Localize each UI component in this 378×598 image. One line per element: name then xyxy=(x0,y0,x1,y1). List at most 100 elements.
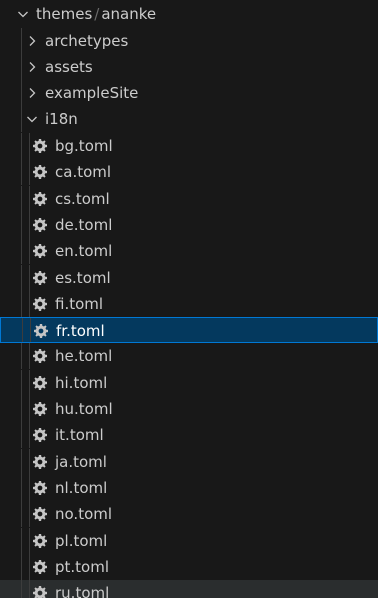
gear-icon xyxy=(32,164,48,180)
indent-guide xyxy=(21,474,22,501)
file-label: bg.toml xyxy=(55,137,113,155)
indent-guide xyxy=(21,211,22,238)
file-label: hu.toml xyxy=(55,400,113,418)
indent-guide xyxy=(29,290,30,317)
folder-label: assets xyxy=(45,58,93,76)
gear-icon xyxy=(32,217,48,233)
file-explorer-tree: themes / ananke archetypes assets exampleS… xyxy=(0,0,378,598)
chevron-right-icon xyxy=(24,85,40,101)
gear-icon xyxy=(32,401,48,417)
file-label: he.toml xyxy=(55,347,113,366)
gear-icon xyxy=(32,375,48,391)
gear-icon xyxy=(32,427,48,443)
file-label: fi.toml xyxy=(55,294,104,313)
indent-guide xyxy=(22,318,23,343)
gear-icon xyxy=(32,138,48,154)
gear-icon xyxy=(32,348,48,364)
file-item-hu-toml[interactable]: hu.toml xyxy=(0,396,378,422)
indent-guide xyxy=(29,159,30,186)
indent-guide xyxy=(21,448,22,475)
gear-icon xyxy=(32,243,48,259)
gear-icon xyxy=(32,559,48,575)
file-item-pl-toml[interactable]: pl.toml xyxy=(0,527,378,554)
file-item-en-toml[interactable]: en.toml xyxy=(0,238,378,265)
indent-guide xyxy=(29,553,30,580)
root-segment-current: ananke xyxy=(101,5,157,23)
folder-archetypes[interactable]: archetypes xyxy=(0,28,378,54)
file-item-de-toml[interactable]: de.toml xyxy=(0,211,378,238)
indent-guide xyxy=(21,553,22,580)
gear-icon xyxy=(32,506,48,522)
file-label: ja.toml xyxy=(55,452,107,471)
file-item-nl-toml[interactable]: nl.toml xyxy=(0,474,378,501)
indent-guide xyxy=(29,185,30,212)
file-label: cs.toml xyxy=(55,189,110,208)
path-separator: / xyxy=(94,5,100,23)
file-item-es-toml[interactable]: es.toml xyxy=(0,264,378,291)
file-label: pl.toml xyxy=(55,531,108,550)
indent-guide xyxy=(21,290,22,317)
gear-icon xyxy=(32,191,48,207)
chevron-right-icon xyxy=(24,59,40,75)
gear-icon xyxy=(32,533,48,549)
file-label: de.toml xyxy=(55,215,113,234)
gear-icon xyxy=(32,454,48,470)
folder-label: i18n xyxy=(45,110,78,128)
file-item-ru-toml[interactable]: ru.toml xyxy=(0,580,378,598)
file-item-ja-toml[interactable]: ja.toml xyxy=(0,448,378,475)
gear-icon xyxy=(32,585,48,598)
file-label: ca.toml xyxy=(55,163,112,182)
file-label: hi.toml xyxy=(55,373,108,392)
folder-examplesite[interactable]: exampleSite xyxy=(0,80,378,106)
indent-guide xyxy=(21,133,22,159)
file-item-fi-toml[interactable]: fi.toml xyxy=(0,290,378,317)
folder-i18n[interactable]: i18n xyxy=(0,106,378,132)
file-label: es.toml xyxy=(55,268,111,287)
gear-icon xyxy=(32,270,48,286)
file-label: en.toml xyxy=(55,242,113,261)
indent-guide xyxy=(21,527,22,554)
file-item-it-toml[interactable]: it.toml xyxy=(0,422,378,449)
indent-guide xyxy=(29,527,30,554)
file-item-he-toml[interactable]: he.toml xyxy=(0,343,378,370)
file-label: fr.toml xyxy=(56,322,105,341)
gear-icon xyxy=(32,296,48,312)
indent-guide xyxy=(21,422,22,449)
indent-guide xyxy=(29,133,30,159)
indent-guide xyxy=(21,80,22,106)
indent-guide xyxy=(21,501,22,528)
file-label: nl.toml xyxy=(55,478,108,497)
folder-label: exampleSite xyxy=(45,84,139,102)
file-item-cs-toml[interactable]: cs.toml xyxy=(0,185,378,212)
tree-root-folder[interactable]: themes / ananke xyxy=(0,1,378,27)
file-item-bg-toml[interactable]: bg.toml xyxy=(0,133,378,159)
indent-guide xyxy=(29,343,30,370)
chevron-down-icon xyxy=(15,6,31,22)
indent-guide xyxy=(21,580,22,598)
chevron-down-icon xyxy=(24,111,40,127)
indent-guide xyxy=(21,28,22,54)
folder-label: archetypes xyxy=(45,32,129,50)
file-label: pt.toml xyxy=(55,557,110,576)
file-item-ca-toml[interactable]: ca.toml xyxy=(0,159,378,186)
folder-assets[interactable]: assets xyxy=(0,54,378,80)
indent-guide xyxy=(29,211,30,238)
indent-guide xyxy=(21,54,22,80)
indent-guide xyxy=(29,474,30,501)
indent-guide xyxy=(29,501,30,528)
indent-guide xyxy=(21,159,22,186)
indent-guide xyxy=(29,396,30,422)
indent-guide xyxy=(21,369,22,396)
root-segment-parent: themes xyxy=(36,5,93,23)
file-label: it.toml xyxy=(55,426,104,445)
gear-icon xyxy=(33,323,49,339)
indent-guide xyxy=(21,264,22,291)
indent-guide xyxy=(29,264,30,291)
file-item-no-toml[interactable]: no.toml xyxy=(0,501,378,528)
file-item-hi-toml[interactable]: hi.toml xyxy=(0,369,378,396)
indent-guide xyxy=(29,448,30,475)
file-item-pt-toml[interactable]: pt.toml xyxy=(0,553,378,580)
indent-guide xyxy=(29,369,30,396)
indent-guide xyxy=(21,185,22,212)
file-item-fr-toml[interactable]: fr.toml xyxy=(0,317,378,344)
